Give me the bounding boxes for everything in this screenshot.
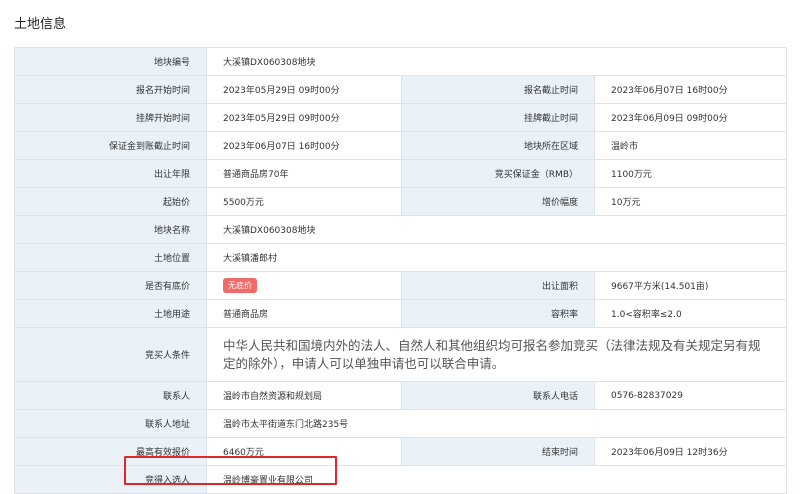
table-row: 是否有底价 无底价 出让面积 9667平方米(14.501亩): [14, 271, 787, 300]
reserve-value: 无底价: [206, 271, 402, 300]
listing-end-value: 2023年06月09日 09时00分: [594, 103, 787, 132]
term-label: 出让年限: [14, 159, 207, 188]
table-row: 出让年限 普通商品房70年 竞买保证金（RMB） 1100万元: [14, 159, 787, 188]
parcel-name-value: 大溪镇DX060308地块: [206, 215, 787, 244]
max-bid-value: 6460万元: [206, 437, 402, 466]
start-price-value: 5500万元: [206, 187, 402, 216]
contact-label: 联系人: [14, 381, 207, 410]
reserve-label: 是否有底价: [14, 271, 207, 300]
location-value: 大溪镇潘郎村: [206, 243, 787, 272]
start-price-label: 起始价: [14, 187, 207, 216]
table-row: 起始价 5500万元 增价幅度 10万元: [14, 187, 787, 216]
phone-value: 0576-82837029: [594, 381, 787, 410]
region-label: 地块所在区域: [401, 131, 595, 160]
table-row: 报名开始时间 2023年05月29日 09时00分 报名截止时间 2023年06…: [14, 75, 787, 104]
region-value: 温岭市: [594, 131, 787, 160]
far-label: 容积率: [401, 299, 595, 328]
term-value: 普通商品房70年: [206, 159, 402, 188]
deposit-deadline-value: 2023年06月07日 16时00分: [206, 131, 402, 160]
far-value: 1.0<容积率≤2.0: [594, 299, 787, 328]
max-bid-label: 最高有效报价: [14, 437, 207, 466]
increment-value: 10万元: [594, 187, 787, 216]
table-row: 地块名称 大溪镇DX060308地块: [14, 215, 787, 244]
reg-start-label: 报名开始时间: [14, 75, 207, 104]
land-info-table: 地块编号 大溪镇DX060308地块 报名开始时间 2023年05月29日 09…: [14, 47, 787, 494]
usage-label: 土地用途: [14, 299, 207, 328]
area-label: 出让面积: [401, 271, 595, 300]
increment-label: 增价幅度: [401, 187, 595, 216]
deposit-deadline-label: 保证金到账截止时间: [14, 131, 207, 160]
listing-start-label: 挂牌开始时间: [14, 103, 207, 132]
table-row: 地块编号 大溪镇DX060308地块: [14, 47, 787, 76]
usage-value: 普通商品房: [206, 299, 402, 328]
deposit-value: 1100万元: [594, 159, 787, 188]
parcel-no-value: 大溪镇DX060308地块: [206, 47, 787, 76]
area-value: 9667平方米(14.501亩): [594, 271, 787, 300]
table-row: 联系人 温岭市自然资源和规划局 联系人电话 0576-82837029: [14, 381, 787, 410]
table-row: 土地位置 大溪镇潘郎村: [14, 243, 787, 272]
location-label: 土地位置: [14, 243, 207, 272]
reg-start-value: 2023年05月29日 09时00分: [206, 75, 402, 104]
phone-label: 联系人电话: [401, 381, 595, 410]
address-value: 温岭市太平街道东门北路235号: [206, 409, 787, 438]
parcel-no-label: 地块编号: [14, 47, 207, 76]
reg-end-value: 2023年06月07日 16时00分: [594, 75, 787, 104]
listing-start-value: 2023年05月29日 09时00分: [206, 103, 402, 132]
winner-value: 温岭博豪置业有限公司: [206, 465, 787, 494]
deposit-label: 竞买保证金（RMB）: [401, 159, 595, 188]
contact-value: 温岭市自然资源和规划局: [206, 381, 402, 410]
winner-label: 竞得入选人: [14, 465, 207, 494]
table-row: 保证金到账截止时间 2023年06月07日 16时00分 地块所在区域 温岭市: [14, 131, 787, 160]
section-title: 土地信息: [14, 17, 67, 32]
bidder-cond-value: 中华人民共和国境内外的法人、自然人和其他组织均可报名参加竞买（法律法规及有关规定…: [206, 327, 787, 382]
no-reserve-badge: 无底价: [223, 278, 257, 293]
table-row: 联系人地址 温岭市太平街道东门北路235号: [14, 409, 787, 438]
listing-end-label: 挂牌截止时间: [401, 103, 595, 132]
table-row: 竞买人条件 中华人民共和国境内外的法人、自然人和其他组织均可报名参加竞买（法律法…: [14, 327, 787, 382]
bidder-cond-label: 竞买人条件: [14, 327, 207, 382]
table-row: 挂牌开始时间 2023年05月29日 09时00分 挂牌截止时间 2023年06…: [14, 103, 787, 132]
reg-end-label: 报名截止时间: [401, 75, 595, 104]
table-row: 土地用途 普通商品房 容积率 1.0<容积率≤2.0: [14, 299, 787, 328]
end-time-value: 2023年06月09日 12时36分: [594, 437, 787, 466]
table-row: 最高有效报价 6460万元 结束时间 2023年06月09日 12时36分: [14, 437, 787, 466]
end-time-label: 结束时间: [401, 437, 595, 466]
address-label: 联系人地址: [14, 409, 207, 438]
table-row: 竞得入选人 温岭博豪置业有限公司: [14, 465, 787, 494]
parcel-name-label: 地块名称: [14, 215, 207, 244]
